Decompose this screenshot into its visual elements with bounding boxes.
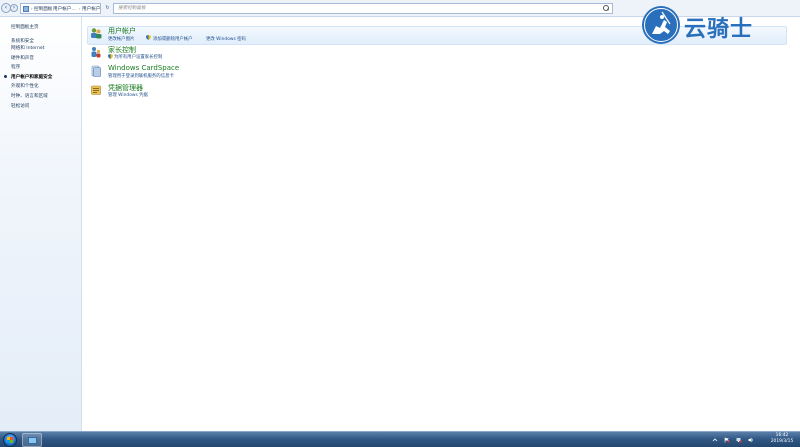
control-panel-window-icon: [28, 437, 37, 444]
uac-shield-icon: [146, 35, 151, 40]
category-cardspace-title[interactable]: Windows CardSpace: [108, 64, 179, 72]
link-manage-windows-credentials[interactable]: 管理 Windows 凭据: [108, 92, 148, 98]
start-button[interactable]: [3, 433, 17, 447]
search-input[interactable]: [114, 4, 594, 13]
users-icon: [91, 28, 102, 39]
nav-item-hardware-sound[interactable]: 硬件和声音: [11, 55, 34, 61]
nav-item-programs[interactable]: 程序: [11, 64, 20, 70]
watermark-logo: 云骑士: [640, 4, 800, 46]
link-add-remove-user-accounts[interactable]: 添加或删除用户帐户: [153, 36, 193, 42]
cardspace-icon: [91, 65, 101, 77]
current-item-bullet: [4, 75, 7, 78]
credential-manager-icon: [91, 85, 101, 95]
link-change-windows-password[interactable]: 更改 Windows 密码: [206, 36, 246, 42]
knight-logo-icon: [642, 6, 680, 44]
link-manage-info-cards[interactable]: 管理用于登录到联机服务的信息卡: [108, 73, 174, 79]
breadcrumb-separator: ›: [31, 6, 33, 11]
nav-control-panel-home[interactable]: 控制面板主页: [11, 24, 39, 30]
forward-button[interactable]: ›: [10, 4, 18, 12]
watermark-text: 云骑士: [684, 17, 754, 42]
search-icon[interactable]: [603, 5, 610, 12]
volume-icon[interactable]: [748, 437, 754, 443]
nav-item-appearance[interactable]: 外观和个性化: [11, 83, 39, 89]
nav-item-system-security[interactable]: 系统和安全: [11, 38, 34, 44]
breadcrumb-item-user-accounts-family[interactable]: 用户帐户...: [53, 6, 76, 12]
link-set-parental-controls[interactable]: 为所有用户设置家长控制: [114, 54, 162, 60]
uac-shield-icon: [108, 54, 113, 59]
refresh-icon: ↻: [105, 5, 110, 11]
left-nav-pane: 控制面板主页 系统和安全 网络和 Internet 硬件和声音 程序 用户帐户和…: [0, 17, 82, 431]
network-icon[interactable]: [736, 437, 742, 443]
breadcrumb-item-user-accounts[interactable]: 用户帐户: [82, 6, 100, 12]
nav-item-clock-language-region[interactable]: 时钟、语言和区域: [11, 93, 48, 99]
link-change-account-picture[interactable]: 更改帐户图片: [108, 36, 134, 42]
breadcrumb-separator: ›: [50, 6, 52, 11]
refresh-button[interactable]: ↻: [103, 4, 112, 13]
control-panel-icon: [23, 6, 29, 12]
clock-date: 2019/3/15: [770, 439, 794, 444]
tray-expand-icon[interactable]: [712, 437, 718, 443]
arrow-right-icon: ›: [12, 4, 16, 11]
action-center-flag-icon[interactable]: [724, 437, 730, 443]
search-box: [113, 3, 613, 14]
nav-item-network-internet[interactable]: 网络和 Internet: [11, 45, 44, 51]
nav-item-user-accounts-family[interactable]: 用户帐户和家庭安全: [11, 74, 52, 80]
main-content: 用户帐户 更改帐户图片 添加或删除用户帐户 更改 Windows 密码 家长控制…: [83, 17, 800, 431]
nav-item-ease-of-access[interactable]: 轻松访问: [11, 103, 29, 109]
taskbar-clock[interactable]: 16:42 2019/3/15: [766, 433, 798, 445]
windows-logo-icon: [7, 437, 13, 443]
arrow-left-icon: ‹: [4, 4, 8, 11]
taskbar: 16:42 2019/3/15: [0, 431, 800, 447]
category-user-accounts-title[interactable]: 用户帐户: [108, 26, 136, 36]
breadcrumb-separator: ›: [79, 6, 81, 11]
taskbar-control-panel-button[interactable]: [22, 433, 42, 447]
breadcrumb[interactable]: › 控制面板 › 用户帐户... › 用户帐户: [20, 3, 101, 14]
parental-control-icon: [91, 47, 101, 58]
